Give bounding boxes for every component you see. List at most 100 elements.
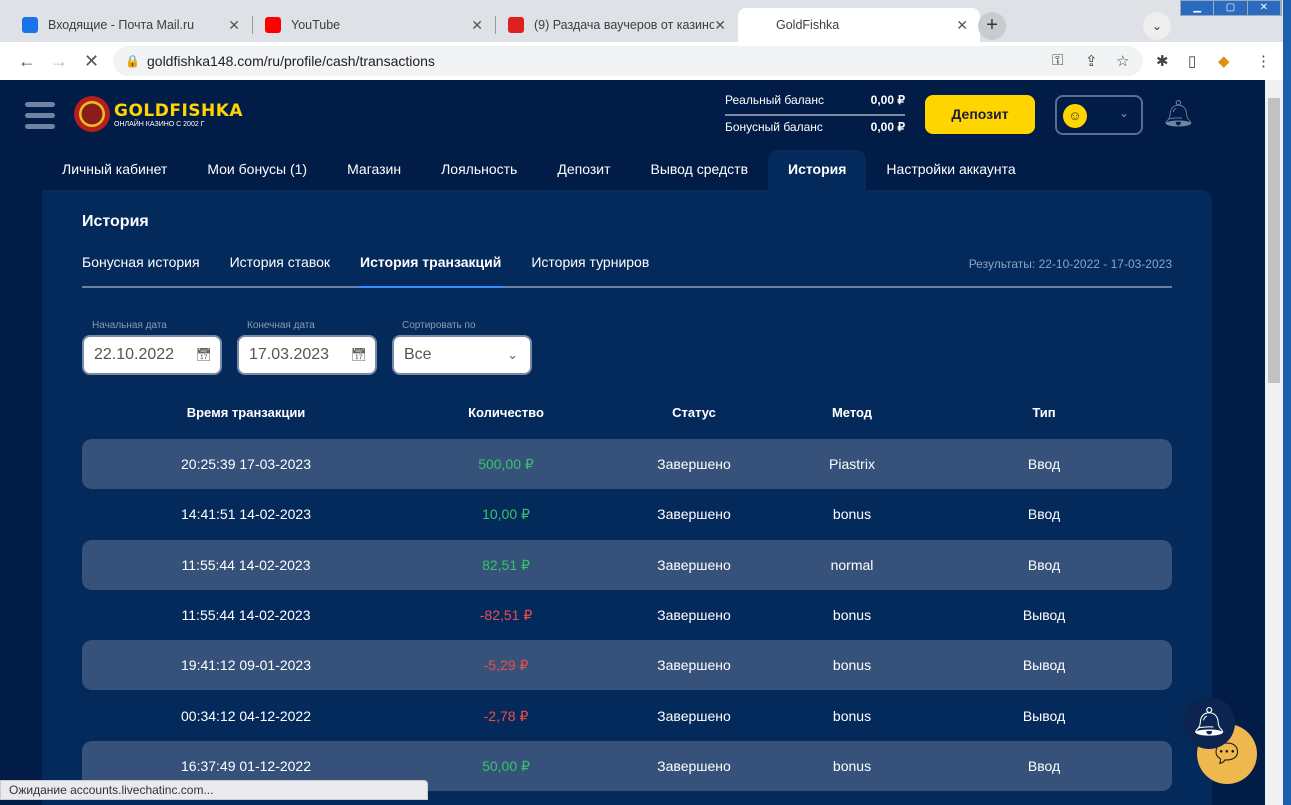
- profile-nav: Личный кабинет Мои бонусы (1) Магазин Лояль…: [42, 150, 1036, 190]
- table-cell: Завершено: [657, 456, 731, 472]
- table-cell: Завершено: [657, 757, 731, 774]
- table-cell: bonus: [832, 606, 872, 623]
- history-subtab[interactable]: Бонусная история: [82, 250, 200, 286]
- nav-tab[interactable]: Вывод средств: [631, 150, 769, 190]
- lock-icon: 🔒: [125, 54, 140, 68]
- table-cell: 82,51 ₽: [482, 556, 530, 573]
- back-icon[interactable]: ←: [18, 51, 36, 72]
- browser-tab[interactable]: Входящие - Почта Mail.ru ✕: [10, 8, 252, 42]
- calendar-icon[interactable]: 📅︎: [350, 337, 367, 373]
- user-avatar-icon: ☺: [1063, 104, 1087, 128]
- scrollbar-thumb[interactable]: [1268, 98, 1280, 383]
- nav-tab[interactable]: Мои бонусы (1): [187, 150, 327, 190]
- nav-tab[interactable]: Настройки аккаунта: [866, 150, 1035, 190]
- column-header[interactable]: Метод: [832, 405, 872, 420]
- star-icon[interactable]: ☆: [1116, 52, 1129, 70]
- start-date-field: Начальная дата 22.10.2022 📅︎: [82, 320, 222, 375]
- chevron-down-icon: ⌄: [1118, 106, 1129, 120]
- table-cell: 00:34:12 04-12-2022: [181, 707, 311, 724]
- column-header[interactable]: Тип: [1032, 405, 1055, 420]
- table-row: 11:55:44 14-02-2023 82,51 ₽ Завершено norma…: [82, 539, 1172, 590]
- address-bar-row: ← → ✕ 🔒 goldfishka148.com/ru/profile/cash…: [0, 42, 1283, 80]
- history-panel: История Бонусная история История ставок Ис…: [42, 190, 1212, 805]
- browser-tab[interactable]: GoldFishka ✕: [738, 8, 980, 42]
- table-cell: -2,78 ₽: [483, 707, 529, 724]
- table-cell: 20:25:39 17-03-2023: [181, 456, 311, 472]
- extensions-icon[interactable]: ✱: [1156, 52, 1169, 70]
- sort-select[interactable]: Все ⌄: [392, 335, 532, 375]
- favicon-icon: [750, 17, 766, 33]
- close-window-button[interactable]: ✕: [1248, 1, 1281, 15]
- browser-tab[interactable]: (9) Раздача ваучеров от казино ✕: [496, 8, 738, 42]
- minimize-button[interactable]: ▁: [1181, 1, 1215, 15]
- table-cell: 500,00 ₽: [478, 456, 534, 472]
- table-cell: bonus: [832, 506, 872, 523]
- table-cell: Вывод: [1022, 606, 1066, 623]
- table-row: 00:34:12 04-12-2022 -2,78 ₽ Завершено bonus…: [82, 691, 1172, 741]
- nav-tab[interactable]: Магазин: [327, 150, 421, 190]
- profile-icon[interactable]: ◆: [1218, 52, 1230, 70]
- end-date-input[interactable]: 17.03.2023 📅︎: [237, 335, 377, 375]
- browser-tab[interactable]: YouTube ✕: [253, 8, 495, 42]
- share-icon[interactable]: ⇪: [1085, 52, 1098, 70]
- side-panel-icon[interactable]: ▯: [1188, 52, 1196, 70]
- notifications-bell-icon[interactable]: 🔔︎: [1162, 98, 1195, 129]
- nav-tab[interactable]: История: [768, 150, 867, 190]
- table-cell: -5,29 ₽: [483, 657, 529, 674]
- table-cell: 19:41:12 09-01-2023: [181, 657, 311, 674]
- table-cell: 50,00 ₽: [482, 757, 530, 774]
- sort-field: Сортировать по Все ⌄: [392, 320, 532, 375]
- table-cell: bonus: [832, 707, 872, 724]
- table-header: Время транзакции Количество Статус Метод Тип: [82, 405, 1172, 425]
- browser-window: Входящие - Почта Mail.ru ✕ YouTube ✕ (9) Раз…: [0, 0, 1283, 805]
- account-dropdown[interactable]: ☺ ⌄: [1055, 95, 1143, 135]
- menu-icon[interactable]: ⋮: [1256, 52, 1271, 70]
- favicon-icon: [22, 17, 38, 33]
- hamburger-menu-icon[interactable]: [25, 102, 55, 135]
- stop-loading-icon[interactable]: ✕: [84, 51, 99, 72]
- table-cell: Ввод: [1027, 757, 1061, 774]
- table-cell: 16:37:49 01-12-2022: [181, 757, 311, 774]
- table-row: 11:55:44 14-02-2023 -82,51 ₽ Завершено bonu…: [82, 590, 1172, 640]
- divider: [725, 114, 905, 116]
- history-subtab[interactable]: История транзакций: [358, 250, 504, 288]
- column-header[interactable]: Количество: [468, 405, 544, 420]
- tab-search-button[interactable]: ⌄: [1143, 12, 1171, 40]
- column-header[interactable]: Статус: [672, 405, 716, 420]
- close-tab-icon[interactable]: ✕: [714, 17, 726, 34]
- deposit-button[interactable]: Депозит: [925, 95, 1035, 134]
- table-row: 19:41:12 09-01-2023 -5,29 ₽ Завершено bonus…: [82, 640, 1172, 691]
- history-subtab[interactable]: История ставок: [230, 250, 330, 286]
- favicon-icon: [265, 17, 281, 33]
- table-cell: Завершено: [657, 506, 731, 523]
- key-icon[interactable]: ⚿: [1052, 52, 1063, 69]
- table-cell: normal: [830, 556, 874, 573]
- end-date-field: Конечная дата 17.03.2023 📅︎: [237, 320, 377, 375]
- start-date-input[interactable]: 22.10.2022 📅︎: [82, 335, 222, 375]
- history-subtab[interactable]: История турниров: [531, 250, 649, 286]
- nav-tab[interactable]: Личный кабинет: [42, 150, 187, 190]
- table-cell: Вывод: [1022, 657, 1066, 674]
- url-input[interactable]: 🔒 goldfishka148.com/ru/profile/cash/trans…: [113, 46, 1143, 76]
- forward-icon[interactable]: →: [50, 51, 68, 72]
- new-tab-button[interactable]: +: [978, 12, 1006, 40]
- scrollbar[interactable]: [1265, 80, 1283, 805]
- close-tab-icon[interactable]: ✕: [956, 17, 968, 34]
- nav-tab[interactable]: Лояльность: [421, 150, 537, 190]
- calendar-icon[interactable]: 📅︎: [195, 337, 212, 373]
- table-cell: 14:41:51 14-02-2023: [181, 506, 311, 523]
- nav-tab[interactable]: Депозит: [537, 150, 630, 190]
- notification-bell-fab-icon[interactable]: 🔔︎: [1183, 697, 1235, 749]
- chevron-down-icon: ⌄: [507, 347, 518, 362]
- logo[interactable]: GOLDFISHKA ОНЛАЙН КАЗИНО С 2002 Г: [74, 96, 243, 132]
- bonus-balance: Бонусный баланс 0,00 ₽: [725, 120, 905, 134]
- close-tab-icon[interactable]: ✕: [471, 17, 483, 34]
- table-cell: 11:55:44 14-02-2023: [181, 606, 311, 623]
- table-cell: Ввод: [1027, 506, 1061, 523]
- page-title: История: [82, 213, 149, 230]
- close-tab-icon[interactable]: ✕: [228, 17, 240, 34]
- table-cell: Завершено: [657, 657, 731, 674]
- maximize-button[interactable]: ▢: [1214, 1, 1248, 15]
- table-cell: -82,51 ₽: [479, 606, 533, 623]
- column-header[interactable]: Время транзакции: [187, 405, 306, 420]
